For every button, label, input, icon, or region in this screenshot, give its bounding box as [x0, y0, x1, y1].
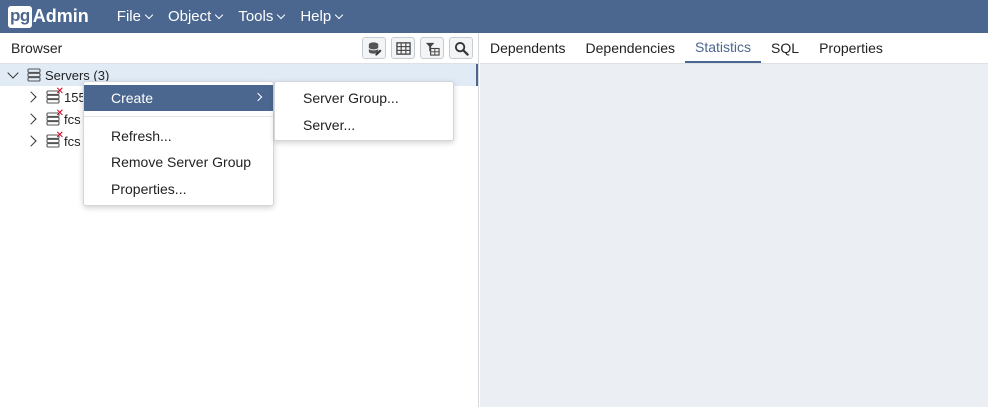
chevron-down-icon: [334, 10, 344, 19]
tree-node-server[interactable]: ✕ fcs: [0, 130, 81, 152]
chevron-right-icon[interactable]: [25, 91, 37, 103]
context-menu-divider: [84, 116, 273, 117]
create-submenu: Server Group... Server...: [274, 81, 454, 141]
filtered-rows-icon: [425, 42, 440, 56]
menu-file[interactable]: File: [116, 8, 154, 25]
view-data-icon: [395, 41, 411, 55]
panel-splitter[interactable]: [476, 64, 478, 86]
chevron-right-icon[interactable]: [25, 113, 37, 125]
search-icon: [454, 41, 469, 56]
query-tool-button[interactable]: [362, 37, 386, 59]
context-menu-create-label: Create: [111, 90, 154, 106]
filtered-rows-button[interactable]: [420, 37, 444, 59]
chevron-down-icon: [215, 10, 224, 19]
detail-tabs: Dependents Dependencies Statistics SQL P…: [480, 33, 988, 64]
chevron-right-icon[interactable]: [25, 135, 37, 147]
tree-node-server-label: fcs: [64, 133, 81, 149]
tree-node-server[interactable]: ✕ 155: [0, 86, 86, 108]
menu-object[interactable]: Object: [167, 8, 224, 25]
menu-help[interactable]: Help: [300, 8, 344, 25]
menu-object-label: Object: [167, 8, 212, 25]
detail-panel: Dependents Dependencies Statistics SQL P…: [480, 33, 988, 407]
server-disconnected-icon: ✕: [46, 109, 64, 126]
chevron-down-icon: [277, 10, 286, 19]
browser-toolbar: [357, 37, 473, 59]
tab-statistics[interactable]: Statistics: [685, 32, 762, 63]
tab-dependents[interactable]: Dependents: [480, 32, 576, 63]
tree-node-server[interactable]: ✕ fcs: [0, 108, 81, 130]
tab-sql[interactable]: SQL: [761, 32, 809, 63]
server-disconnected-icon: ✕: [46, 131, 64, 148]
context-menu-properties[interactable]: Properties...: [84, 176, 273, 202]
context-menu-remove-server-group[interactable]: Remove Server Group: [84, 149, 273, 175]
logo-pg: pg: [8, 5, 32, 28]
chevron-right-icon: [253, 92, 263, 102]
tab-dependencies[interactable]: Dependencies: [576, 32, 686, 63]
browser-title: Browser: [11, 40, 63, 56]
chevron-down-icon: [144, 10, 154, 19]
context-menu: Create Refresh... Remove Server Group Pr…: [83, 81, 274, 206]
context-menu-refresh[interactable]: Refresh...: [84, 123, 273, 149]
tab-properties[interactable]: Properties: [809, 32, 893, 63]
server-disconnected-icon: ✕: [46, 87, 64, 104]
submenu-server-group[interactable]: Server Group...: [275, 85, 453, 111]
context-menu-create[interactable]: Create: [84, 85, 273, 111]
submenu-server[interactable]: Server...: [275, 112, 453, 138]
browser-header: Browser: [0, 33, 478, 64]
server-group-icon: [27, 68, 41, 82]
chevron-down-icon[interactable]: [7, 67, 19, 79]
view-data-button[interactable]: [391, 37, 415, 59]
menu-tools[interactable]: Tools: [238, 8, 286, 25]
menu-help-label: Help: [300, 8, 332, 25]
logo-admin: Admin: [32, 6, 89, 26]
pgadmin-logo: pg Admin: [8, 5, 89, 28]
menu-tools-label: Tools: [238, 8, 274, 25]
query-tool-icon: [367, 41, 382, 56]
tree-node-server-label: fcs: [64, 111, 81, 127]
search-objects-button[interactable]: [449, 37, 473, 59]
top-navbar: pg Admin File Object Tools Help: [0, 0, 988, 33]
menu-file-label: File: [116, 8, 141, 25]
main-menu: File Object Tools Help: [117, 8, 358, 25]
